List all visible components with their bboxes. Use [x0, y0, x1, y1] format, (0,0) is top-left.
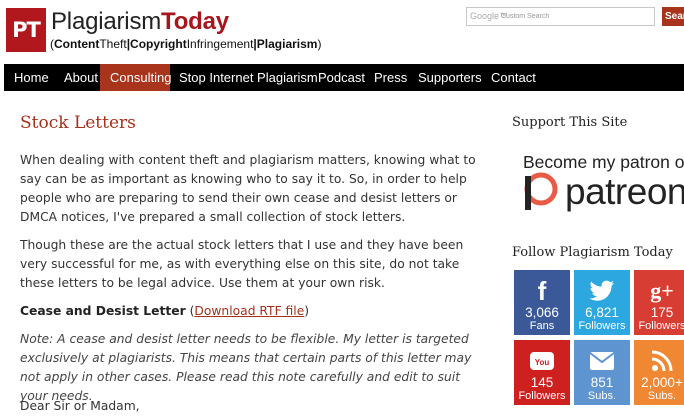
patreon-icon[interactable]	[519, 172, 559, 212]
rss-icon	[634, 348, 684, 374]
rss-tile[interactable]: 2,000+ Subs.	[634, 340, 684, 405]
twitter-tile[interactable]: 6,821 Followers	[574, 270, 630, 335]
email-tile[interactable]: 851 Subs.	[574, 340, 630, 405]
facebook-tile[interactable]: f 3,066 Fans	[514, 270, 570, 335]
google-plus-tile[interactable]: g+ 175 Followers	[634, 270, 684, 335]
search-input[interactable]	[501, 9, 651, 24]
nav-contact[interactable]: Contact	[481, 64, 546, 91]
nav-consulting[interactable]: Consulting	[100, 64, 171, 91]
tile-count: 851	[590, 375, 614, 390]
tile-label: Fans	[529, 320, 555, 332]
tile-label: Followers	[638, 320, 684, 332]
tile-label: Followers	[578, 320, 626, 332]
tile-label: Subs.	[587, 390, 617, 402]
tile-count: 3,066	[525, 305, 559, 320]
search-box[interactable]: Google™	[466, 7, 655, 26]
patreon-wordmark[interactable]: patreon	[565, 172, 684, 212]
email-icon	[574, 348, 630, 374]
svg-text:You: You	[535, 358, 550, 367]
support-title: Support This Site	[512, 115, 628, 130]
tile-label: Subs.	[647, 390, 677, 402]
intro-paragraph: When dealing with content theft and plag…	[20, 153, 476, 224]
youtube-tile[interactable]: You 145 Followers	[514, 340, 570, 405]
section-heading-row: Cease and Desist Letter (Download RTF fi…	[20, 302, 482, 321]
tagline-infringement: Infringement	[186, 37, 254, 51]
follow-title: Follow Plagiarism Today	[512, 245, 673, 260]
tagline-copyright: Copyright	[130, 37, 187, 51]
tile-count: 145	[530, 375, 554, 390]
site-title-plain: Plagiarism	[51, 8, 162, 35]
tile-count: 6,821	[585, 305, 619, 320]
disclaimer-paragraph: Though these are the actual stock letter…	[20, 238, 464, 290]
site-logo[interactable]: PT	[6, 8, 46, 52]
note-paragraph: Note: A cease and desist letter needs to…	[20, 332, 472, 403]
main-nav: Home About Consulting Stop Internet Plag…	[4, 64, 684, 91]
patreon-tagline[interactable]: Become my patron on	[523, 152, 684, 173]
section-heading: Cease and Desist Letter	[20, 304, 186, 318]
logo-initials: PT	[12, 18, 41, 42]
tile-count: 175	[650, 305, 674, 320]
site-title-bold: Today	[161, 8, 229, 35]
site-header: PT PlagiarismToday (ContentTheft|Copyrig…	[0, 0, 684, 64]
download-paren-close: )	[304, 304, 310, 318]
nav-supporters[interactable]: Supporters	[408, 64, 492, 91]
page-title: Stock Letters	[20, 113, 136, 133]
download-rtf-link[interactable]: Download RTF file	[194, 304, 304, 318]
google-plus-icon: g+	[650, 278, 674, 303]
tagline-paren-close: )	[317, 37, 322, 51]
site-tagline: (ContentTheft|CopyrightInfringement|Plag…	[50, 37, 321, 51]
search-button[interactable]: Search	[662, 7, 684, 26]
tagline-plagiarism: Plagiarism	[256, 37, 318, 51]
salutation: Dear Sir or Madam,	[20, 399, 140, 413]
tile-label: Followers	[518, 390, 566, 402]
youtube-icon: You	[514, 348, 570, 374]
tagline-theft: Theft	[99, 37, 127, 51]
tagline-content: Content	[54, 37, 100, 51]
facebook-icon: f	[537, 275, 547, 306]
twitter-icon	[574, 278, 630, 304]
nav-home[interactable]: Home	[4, 64, 59, 91]
tile-count: 2,000+	[641, 375, 683, 390]
nav-stop-internet-plagiarism[interactable]: Stop Internet Plagiarism	[169, 64, 328, 91]
site-title[interactable]: PlagiarismToday	[51, 8, 229, 36]
